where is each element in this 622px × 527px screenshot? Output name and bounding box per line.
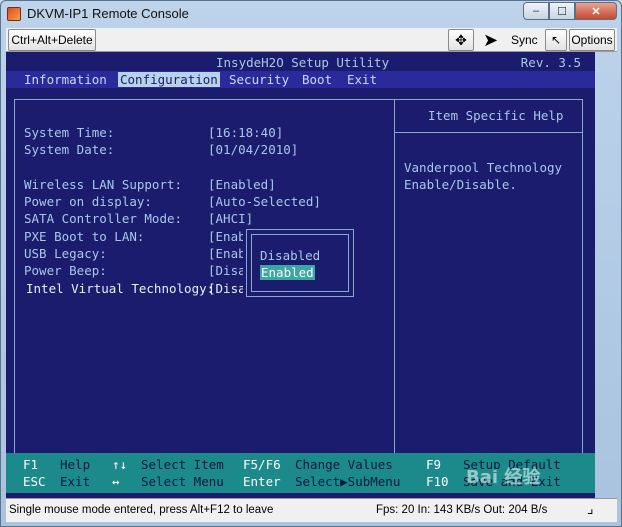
options-button[interactable]: Options bbox=[569, 29, 615, 51]
key-leftright-desc: Select Menu bbox=[141, 474, 224, 489]
status-message: Single mouse mode entered, press Alt+F12… bbox=[9, 504, 274, 516]
toolbar: Ctrl+Alt+Delete ✥ ➤ Sync ↖ Options bbox=[6, 28, 617, 52]
setting-value-sata-mode[interactable]: [AHCI] bbox=[208, 211, 253, 226]
pointer-mode-icon[interactable]: ↖ bbox=[545, 29, 567, 51]
status-bar: Single mouse mode entered, press Alt+F12… bbox=[6, 498, 617, 522]
window-title: DKVM-IP1 Remote Console bbox=[27, 6, 189, 21]
maximize-button[interactable]: ☐ bbox=[549, 2, 575, 20]
setting-label-system-time[interactable]: System Time: bbox=[24, 125, 114, 140]
menu-configuration[interactable]: Configuration bbox=[118, 72, 220, 87]
setting-label-wireless-lan[interactable]: Wireless LAN Support: bbox=[24, 177, 182, 192]
setting-label-usb-legacy[interactable]: USB Legacy: bbox=[24, 246, 107, 261]
menu-information[interactable]: Information bbox=[24, 72, 107, 87]
status-stats: Fps: 20 In: 143 KB/s Out: 204 B/s bbox=[376, 504, 548, 516]
key-f10: F10 bbox=[426, 474, 449, 489]
menu-security[interactable]: Security bbox=[229, 72, 289, 87]
panel-divider bbox=[394, 99, 395, 459]
mouse-cursor-icon: ➤ bbox=[483, 30, 499, 50]
bios-revision: Rev. 3.5 bbox=[520, 55, 581, 70]
setting-value-system-date[interactable]: [01/04/2010] bbox=[208, 142, 298, 157]
key-esc-desc: Exit bbox=[60, 474, 91, 489]
setting-label-sata-mode[interactable]: SATA Controller Mode: bbox=[24, 211, 182, 226]
close-button[interactable]: ✕ bbox=[575, 2, 617, 20]
bios-menu-bar: Information Configuration Security Boot … bbox=[6, 71, 595, 88]
app-icon bbox=[7, 7, 21, 21]
option-disabled[interactable]: Disabled bbox=[260, 248, 320, 263]
fit-screen-icon[interactable]: ✥ bbox=[448, 29, 474, 51]
value-select-popup: Disabled Enabled bbox=[246, 229, 354, 297]
bios-title: InsydeH2O Setup Utility bbox=[216, 55, 390, 70]
key-updown: ↑↓ bbox=[112, 457, 128, 472]
setting-value-power-beep[interactable]: [Disa bbox=[208, 263, 246, 278]
setting-value-power-on-display[interactable]: [Auto-Selected] bbox=[208, 194, 321, 209]
setting-value-intel-vt[interactable]: [Disa bbox=[208, 281, 246, 296]
setting-label-intel-vt[interactable]: Intel Virtual Technology: bbox=[26, 281, 214, 296]
minimize-button[interactable]: – bbox=[523, 2, 549, 20]
setting-value-pxe-boot[interactable]: [Enab bbox=[208, 229, 246, 244]
setting-label-power-beep[interactable]: Power Beep: bbox=[24, 263, 107, 278]
popup-frame: Disabled Enabled bbox=[251, 234, 349, 292]
setting-label-system-date[interactable]: System Date: bbox=[24, 142, 114, 157]
key-esc: ESC bbox=[23, 474, 46, 489]
key-f1-desc: Help bbox=[60, 457, 91, 472]
setting-label-power-on-display[interactable]: Power on display: bbox=[24, 194, 152, 209]
menu-exit[interactable]: Exit bbox=[347, 72, 377, 87]
key-updown-desc: Select Item bbox=[141, 457, 224, 472]
bios-header: InsydeH2O Setup Utility Rev. 3.5 bbox=[6, 54, 595, 70]
setting-value-wireless-lan[interactable]: [Enabled] bbox=[208, 177, 276, 192]
key-f5f6: F5/F6 bbox=[243, 457, 281, 472]
setting-label-pxe-boot[interactable]: PXE Boot to LAN: bbox=[24, 229, 144, 244]
baidu-watermark: Bai 经验 bbox=[466, 467, 541, 488]
help-text: Vanderpool Technology Enable/Disable. bbox=[404, 160, 563, 192]
resize-grip-icon[interactable]: ⌟ bbox=[587, 500, 594, 517]
title-bar[interactable]: DKVM-IP1 Remote Console – ☐ ✕ bbox=[1, 1, 621, 27]
help-separator bbox=[395, 132, 583, 133]
bios-screen[interactable]: InsydeH2O Setup Utility Rev. 3.5 Informa… bbox=[6, 52, 595, 498]
key-enter-desc: Select▶SubMenu bbox=[295, 474, 401, 489]
remote-console-window: DKVM-IP1 Remote Console – ☐ ✕ Ctrl+Alt+D… bbox=[0, 0, 622, 527]
setting-value-system-time[interactable]: [16:18:40] bbox=[208, 125, 283, 140]
menu-boot[interactable]: Boot bbox=[302, 72, 332, 87]
key-f9: F9 bbox=[426, 457, 442, 472]
key-leftright: ↔ bbox=[112, 474, 120, 489]
option-enabled[interactable]: Enabled bbox=[260, 265, 315, 280]
key-enter: Enter bbox=[243, 474, 281, 489]
key-f5f6-desc: Change Values bbox=[295, 457, 393, 472]
setting-value-usb-legacy[interactable]: [Enab bbox=[208, 246, 246, 261]
sync-button[interactable]: Sync bbox=[511, 33, 538, 47]
ctrl-alt-delete-button[interactable]: Ctrl+Alt+Delete bbox=[8, 29, 96, 51]
help-title: Item Specific Help bbox=[428, 108, 564, 123]
key-f1: F1 bbox=[23, 457, 39, 472]
